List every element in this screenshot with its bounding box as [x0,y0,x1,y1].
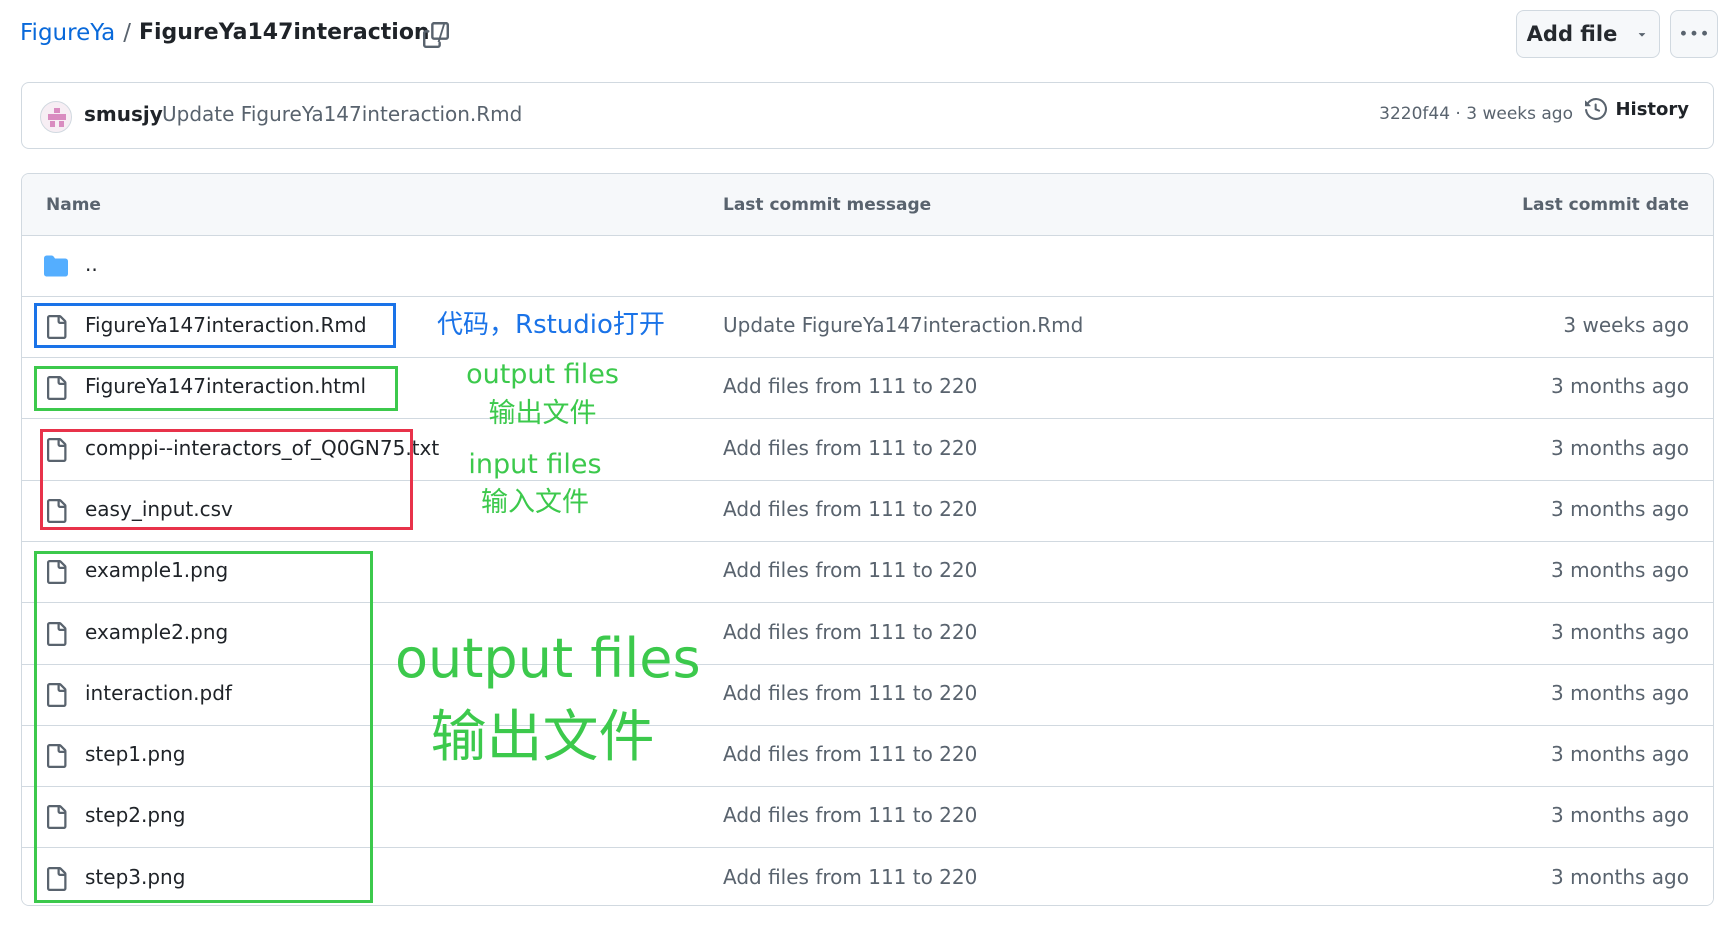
add-file-label: Add file [1526,22,1618,46]
commit-date: 3 months ago [1551,435,1689,460]
table-row[interactable]: interaction.pdf Add files from 111 to 220… [22,664,1713,726]
breadcrumb: FigureYa / FigureYa147interaction / [20,18,453,48]
copy-path-button[interactable] [420,19,452,51]
file-icon [47,437,67,462]
file-name-link[interactable]: FigureYa147interaction.Rmd [85,313,367,337]
history-button[interactable]: History [1585,98,1689,120]
table-row[interactable]: example1.png Add files from 111 to 220 3 m… [22,542,1713,604]
commit-message-link[interactable]: Add files from 111 to 220 [723,497,977,521]
commit-date: 3 months ago [1551,496,1689,521]
repo-header: FigureYa / FigureYa147interaction / Add … [0,0,1728,70]
file-table: Name Last commit message Last commit dat… [21,173,1714,906]
table-row[interactable]: FigureYa147interaction.html Add files fro… [22,358,1713,420]
history-label: History [1615,98,1689,120]
commit-date: 3 months ago [1551,680,1689,705]
file-icon [47,682,67,707]
commit-message-link[interactable]: Update FigureYa147interaction.Rmd [162,102,522,126]
commit-date: 3 months ago [1551,864,1689,889]
table-header: Name Last commit message Last commit dat… [22,174,1713,236]
table-row[interactable]: example2.png Add files from 111 to 220 3 m… [22,603,1713,665]
file-icon [47,315,67,339]
commit-message-link[interactable]: Add files from 111 to 220 [723,742,977,766]
table-row[interactable]: easy_input.csv Add files from 111 to 220 3… [22,480,1713,542]
commit-author-link[interactable]: smusjy [84,102,163,126]
commit-message-link[interactable]: Add files from 111 to 220 [723,374,977,398]
breadcrumb-current-folder: FigureYa147interaction [138,20,430,45]
breadcrumb-repo-link[interactable]: FigureYa [20,18,115,48]
kebab-horizontal-icon [1681,30,1707,36]
file-name-link[interactable]: example2.png [85,620,228,644]
parent-directory-link[interactable]: .. [85,252,98,276]
parent-directory-row[interactable]: .. [22,236,1713,297]
add-file-button[interactable]: Add file [1516,10,1660,58]
commit-date: 3 months ago [1551,558,1689,583]
file-icon [47,560,67,585]
column-header-date: Last commit date [1522,195,1689,215]
commit-message-link[interactable]: Add files from 111 to 220 [723,803,977,827]
commit-date: 3 weeks ago [1563,313,1689,337]
folder-icon [44,255,68,277]
file-name-link[interactable]: example1.png [85,558,228,582]
latest-commit-bar: smusjy Update FigureYa147interaction.Rmd… [21,82,1714,149]
table-row[interactable]: comppi--interactors_of_Q0GN75.txt Add fil… [22,419,1713,481]
column-header-message: Last commit message [723,195,932,215]
file-name-link[interactable]: step3.png [85,865,185,889]
table-row[interactable]: step1.png Add files from 111 to 220 3 mont… [22,726,1713,788]
file-name-link[interactable]: step1.png [85,742,185,766]
history-icon [1585,98,1608,120]
more-options-button[interactable] [1670,10,1718,58]
commit-date: 3 months ago [1551,803,1689,828]
commit-message-link[interactable]: Add files from 111 to 220 [723,558,977,582]
table-row[interactable]: step2.png Add files from 111 to 220 3 mont… [22,787,1713,849]
file-icon [47,498,67,523]
commit-hash-and-time[interactable]: 3220f44 · 3 weeks ago [1379,104,1573,124]
file-name-link[interactable]: interaction.pdf [85,681,232,705]
file-icon [47,744,67,769]
triangle-down-icon [1639,33,1646,37]
table-row[interactable]: FigureYa147interaction.Rmd Update FigureY… [22,297,1713,358]
file-name-link[interactable]: easy_input.csv [85,497,233,521]
file-name-link[interactable]: step2.png [85,803,185,827]
commit-date: 3 months ago [1551,742,1689,767]
file-name-link[interactable]: FigureYa147interaction.html [85,374,366,398]
commit-date: 3 months ago [1551,619,1689,644]
avatar[interactable] [40,101,72,133]
commit-message-link[interactable]: Update FigureYa147interaction.Rmd [723,313,1083,337]
copy-icon [423,22,449,48]
commit-message-link[interactable]: Add files from 111 to 220 [723,620,977,644]
identicon-icon [48,108,66,127]
file-icon [47,805,67,830]
file-icon [47,376,67,401]
breadcrumb-separator: / [123,20,131,46]
file-name-link[interactable]: comppi--interactors_of_Q0GN75.txt [85,436,439,460]
file-icon [47,621,67,646]
commit-message-link[interactable]: Add files from 111 to 220 [723,436,977,460]
commit-message-link[interactable]: Add files from 111 to 220 [723,681,977,705]
file-icon [47,866,67,891]
commit-message-link[interactable]: Add files from 111 to 220 [723,865,977,889]
table-row[interactable]: step3.png Add files from 111 to 220 3 mont… [22,848,1713,905]
commit-date: 3 months ago [1551,374,1689,399]
column-header-name: Name [46,195,101,215]
